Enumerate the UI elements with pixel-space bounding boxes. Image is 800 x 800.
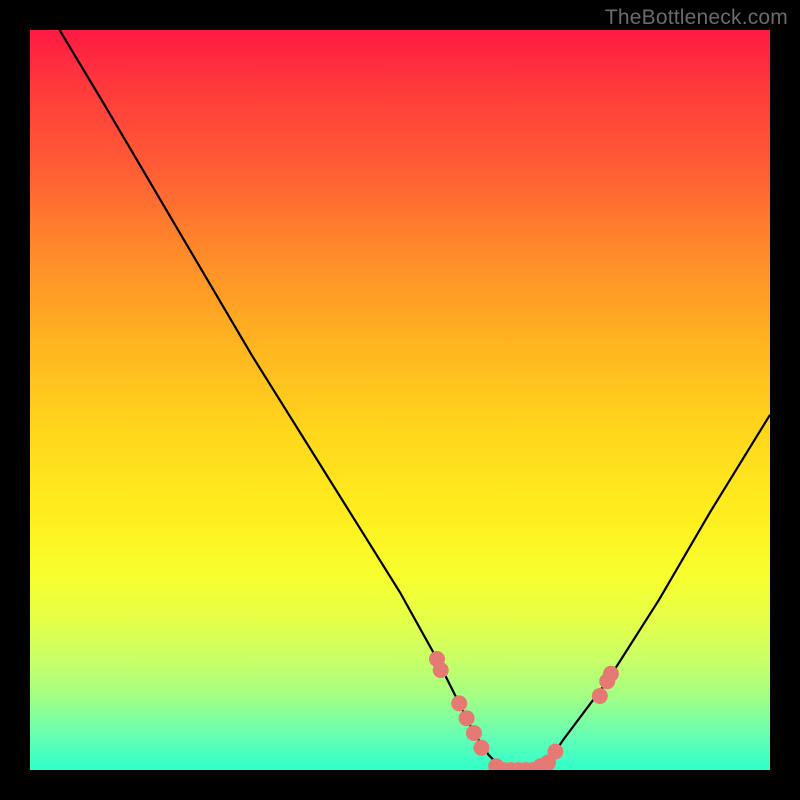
- curve-markers: [429, 651, 619, 770]
- curve-marker: [592, 688, 608, 704]
- plot-area: [30, 30, 770, 770]
- curve-marker: [466, 725, 482, 741]
- chart-container: TheBottleneck.com: [0, 0, 800, 800]
- watermark-text: TheBottleneck.com: [605, 6, 788, 30]
- curve-marker: [473, 740, 489, 756]
- curve-marker: [433, 662, 449, 678]
- curve-marker: [603, 666, 619, 682]
- curve-marker: [459, 710, 475, 726]
- chart-svg: [30, 30, 770, 770]
- curve-marker: [451, 695, 467, 711]
- bottleneck-curve: [60, 30, 770, 770]
- curve-marker: [547, 744, 563, 760]
